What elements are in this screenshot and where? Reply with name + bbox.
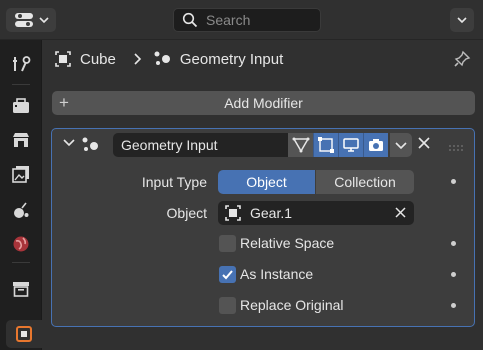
animate-property-dot[interactable] [451, 241, 456, 246]
tab-output[interactable] [6, 126, 36, 154]
breadcrumb-object: Cube [80, 50, 116, 68]
properties-editor-icon [15, 13, 33, 27]
checkmark-icon [222, 270, 233, 280]
collapse-button[interactable] [62, 137, 76, 153]
object-icon [16, 326, 32, 342]
options-dropdown-button[interactable] [450, 8, 474, 32]
chevron-down-icon [39, 17, 49, 24]
input-type-collection-button[interactable]: Collection [316, 170, 414, 194]
relative-space-row: Relative Space [52, 232, 474, 256]
replace-original-checkbox[interactable] [219, 297, 236, 314]
world-icon [13, 236, 29, 252]
as-instance-label: As Instance [240, 266, 314, 282]
plus-icon: + [59, 93, 69, 112]
input-type-row: Input Type Object Collection [52, 170, 474, 194]
visibility-toggles [288, 133, 388, 157]
edit-mode-toggle[interactable] [313, 133, 338, 157]
geometry-nodes-icon [154, 51, 170, 65]
replace-original-row: Replace Original [52, 294, 474, 318]
properties-header: Search [0, 0, 483, 40]
view-layer-icon [12, 166, 29, 183]
modifier-panel: Geometry Input Input Type Object Collect… [51, 128, 475, 327]
replace-original-label: Replace Original [240, 297, 344, 313]
pin-button[interactable] [453, 50, 471, 72]
add-modifier-label: Add Modifier [224, 95, 303, 111]
drag-handle[interactable] [448, 141, 464, 156]
camera-icon [369, 139, 383, 151]
tab-world[interactable] [6, 230, 36, 258]
viewport-toggle[interactable] [338, 133, 363, 157]
animate-property-dot[interactable] [451, 303, 456, 308]
animate-property-dot[interactable] [451, 179, 456, 184]
grip-icon [449, 145, 463, 151]
as-instance-checkbox[interactable] [219, 266, 236, 283]
search-input[interactable]: Search [173, 8, 321, 32]
properties-main: Cube Geometry Input + Add Modifier Geome… [42, 40, 483, 350]
chevron-down-icon [63, 139, 75, 147]
modifier-name-field[interactable]: Geometry Input [113, 133, 288, 157]
editor-type-menu[interactable] [6, 8, 56, 32]
animate-property-dot[interactable] [451, 272, 456, 277]
search-icon [182, 12, 198, 28]
on-cage-toggle[interactable] [288, 133, 313, 157]
geometry-nodes-icon [80, 136, 100, 158]
chevron-down-icon [395, 142, 407, 150]
search-placeholder: Search [206, 12, 251, 28]
object-icon [55, 51, 71, 67]
input-type-selector: Object Collection [218, 170, 414, 194]
tab-object[interactable] [6, 320, 42, 348]
modifier-header: Geometry Input [52, 129, 474, 159]
pin-icon [454, 50, 471, 67]
render-toggle[interactable] [363, 133, 388, 157]
monitor-icon [343, 138, 359, 152]
relative-space-label: Relative Space [240, 235, 335, 251]
as-instance-row: As Instance [52, 263, 474, 287]
add-modifier-button[interactable]: + Add Modifier [52, 91, 475, 115]
breadcrumb-modifier: Geometry Input [179, 50, 284, 68]
tab-collection[interactable] [6, 275, 36, 303]
tab-tool[interactable] [6, 50, 36, 78]
close-icon [418, 137, 430, 149]
object-field[interactable]: Gear.1 [218, 201, 414, 225]
remove-modifier-button[interactable] [416, 135, 432, 155]
input-type-label: Input Type [141, 174, 207, 190]
chevron-down-icon [457, 17, 467, 24]
breadcrumb: Cube Geometry Input [54, 48, 283, 70]
tab-scene[interactable] [6, 196, 36, 224]
edit-mode-icon [318, 137, 334, 153]
chevron-right-icon [134, 53, 141, 65]
on-cage-icon [292, 137, 309, 153]
modifier-name: Geometry Input [121, 137, 218, 153]
object-label: Object [166, 205, 207, 221]
collection-icon [13, 282, 29, 297]
tool-icon [13, 56, 31, 72]
modifier-extras-dropdown[interactable] [390, 133, 412, 157]
scene-icon [14, 202, 29, 218]
object-row: Object Gear.1 [52, 201, 474, 225]
input-type-object-button[interactable]: Object [218, 170, 315, 194]
object-value: Gear.1 [250, 205, 293, 221]
clear-object-button[interactable] [394, 206, 407, 222]
relative-space-checkbox[interactable] [219, 235, 236, 252]
close-icon [395, 207, 406, 218]
tab-view-layer[interactable] [6, 160, 36, 188]
object-icon [225, 205, 241, 221]
tab-render[interactable] [6, 92, 36, 120]
properties-tabs [0, 40, 42, 350]
output-icon [13, 133, 29, 147]
render-icon [13, 98, 29, 113]
